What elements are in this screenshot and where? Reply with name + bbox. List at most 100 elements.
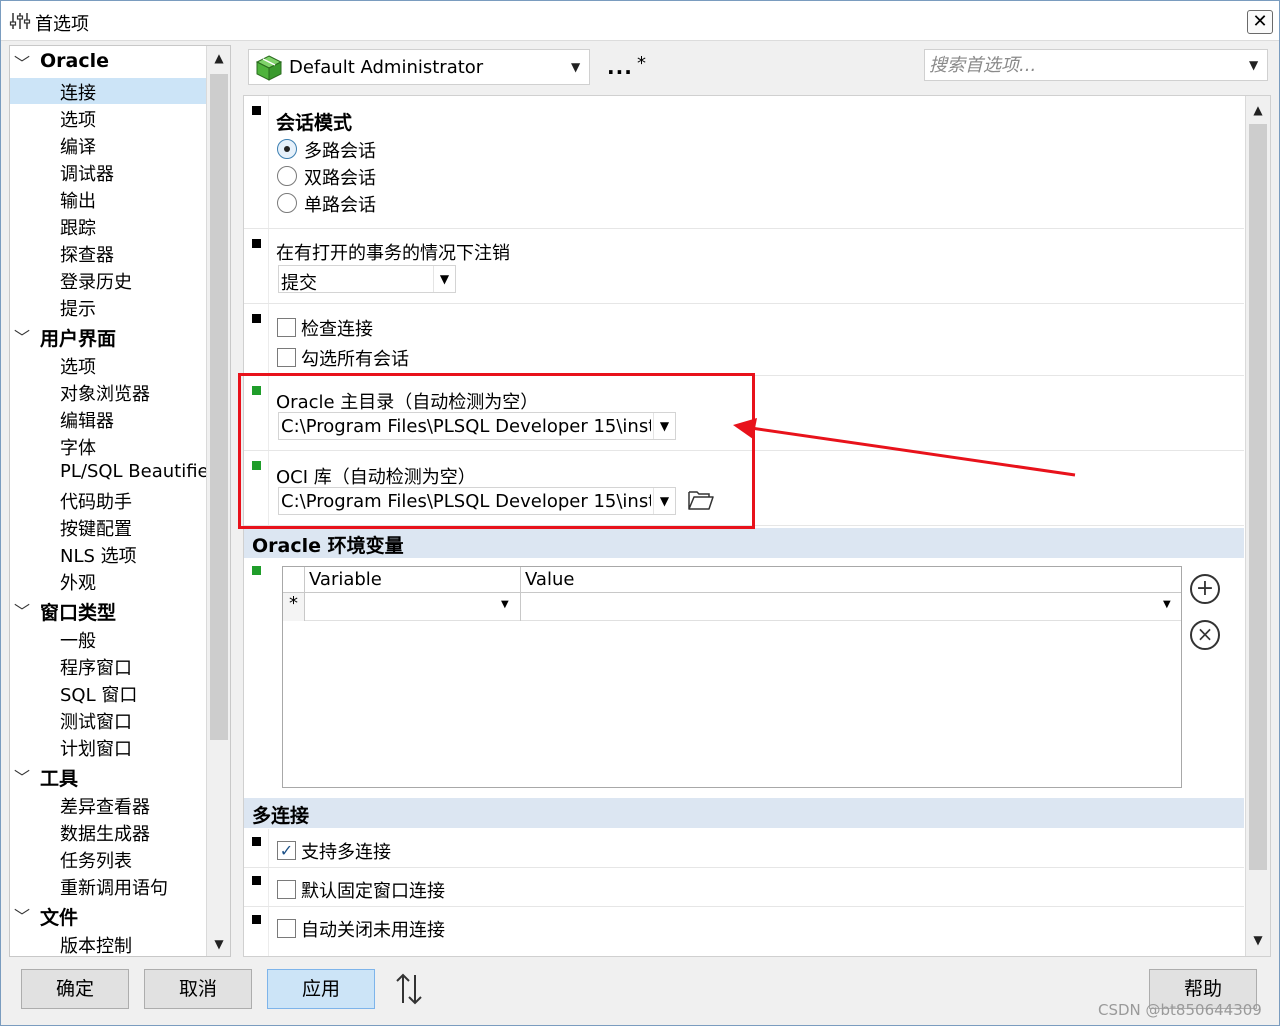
tree-item[interactable]: 按键配置 bbox=[10, 514, 206, 540]
tree-item[interactable]: 外观 bbox=[10, 568, 206, 594]
chevron-down-icon[interactable]: ▼ bbox=[571, 60, 580, 74]
auto-close-checkbox[interactable] bbox=[277, 919, 296, 938]
tree-item[interactable]: 探查器 bbox=[10, 240, 206, 266]
scroll-down-icon[interactable]: ▼ bbox=[1246, 928, 1270, 952]
grid-corner bbox=[283, 567, 305, 593]
sort-arrows-icon[interactable] bbox=[393, 971, 425, 1007]
logoff-select[interactable]: 提交 ▼ bbox=[278, 265, 456, 294]
tree-item[interactable]: 版本控制 bbox=[10, 931, 206, 957]
gutter-line bbox=[268, 304, 269, 375]
tree-group[interactable]: ﹀ 工具 bbox=[10, 763, 206, 790]
scroll-up-icon[interactable]: ▲ bbox=[1246, 98, 1270, 122]
chevron-down-icon[interactable]: ﹀ bbox=[14, 324, 30, 348]
column-header-variable[interactable]: Variable bbox=[305, 567, 521, 593]
tree-group-label: 文件 bbox=[40, 907, 79, 929]
tree-group-label: Oracle bbox=[40, 50, 110, 72]
tree-item[interactable]: PL/SQL Beautifier bbox=[10, 460, 216, 486]
chevron-down-icon[interactable]: ▼ bbox=[501, 599, 509, 610]
tree-item[interactable]: 跟踪 bbox=[10, 213, 206, 239]
support-multi-checkbox[interactable]: ✓ bbox=[277, 841, 296, 860]
tree-item[interactable]: 计划窗口 bbox=[10, 734, 206, 760]
radio-multi-session[interactable] bbox=[277, 139, 297, 159]
tree-item[interactable]: 程序窗口 bbox=[10, 653, 206, 679]
tree-item-label: 程序窗口 bbox=[60, 658, 132, 679]
tree-item[interactable]: 任务列表 bbox=[10, 846, 206, 872]
tree-scrollbar[interactable]: ▲ ▼ bbox=[206, 46, 230, 956]
default-fixed-checkbox[interactable] bbox=[277, 880, 296, 899]
tree-item[interactable]: 登录历史 bbox=[10, 267, 206, 293]
check-all-sessions-checkbox[interactable] bbox=[277, 348, 296, 367]
tree-item-label: 字体 bbox=[60, 438, 96, 459]
gutter-line bbox=[268, 868, 269, 906]
tree-group[interactable]: ﹀ Oracle bbox=[10, 49, 206, 75]
tree-item[interactable]: 连接 bbox=[10, 78, 206, 104]
tree-item[interactable]: NLS 选项 bbox=[10, 541, 206, 567]
tree-item[interactable]: 编译 bbox=[10, 132, 206, 158]
tree-item[interactable]: 输出 bbox=[10, 186, 206, 212]
tree-scroll-thumb[interactable] bbox=[210, 74, 228, 740]
settings-scroll-thumb[interactable] bbox=[1249, 124, 1267, 870]
value-cell[interactable]: ▼ bbox=[521, 593, 1181, 621]
tree-item[interactable]: 重新调用语句 bbox=[10, 873, 206, 899]
tree-item-label: 版本控制 bbox=[60, 936, 132, 957]
apply-button[interactable]: 应用 bbox=[267, 969, 375, 1009]
default-marker bbox=[252, 837, 261, 846]
close-button[interactable]: ✕ bbox=[1247, 10, 1273, 34]
search-input[interactable] bbox=[927, 52, 1237, 78]
chevron-down-icon[interactable]: ▼ bbox=[433, 266, 455, 292]
logoff-title: 在有打开的事务的情况下注销 bbox=[276, 243, 510, 264]
tree-item-label: 计划窗口 bbox=[60, 739, 132, 760]
env-header-text: Oracle 环境变量 bbox=[252, 535, 404, 557]
tree-group[interactable]: ﹀ 文件 bbox=[10, 902, 206, 929]
preferences-tree[interactable]: ﹀ Oracle 连接 选项 编译 调试器 输出 跟踪 探查器 登录历史 提示 ﹀ 用户界面 选项 对象浏览… bbox=[9, 45, 231, 957]
radio-single-session[interactable] bbox=[277, 193, 297, 213]
check-connection-label: 检查连接 bbox=[301, 319, 373, 340]
tree-group[interactable]: ﹀ 用户界面 bbox=[10, 323, 206, 350]
row-indicator: * bbox=[283, 593, 305, 621]
chevron-down-icon[interactable]: ▼ bbox=[1249, 58, 1258, 72]
column-header-value[interactable]: Value bbox=[521, 567, 1181, 593]
default-fixed-row: 默认固定窗口连接 bbox=[244, 868, 1244, 907]
chevron-down-icon[interactable]: ▼ bbox=[1163, 599, 1171, 610]
settings-scrollbar[interactable]: ▲ ▼ bbox=[1245, 96, 1270, 956]
check-connection-checkbox[interactable] bbox=[277, 318, 296, 337]
cancel-button[interactable]: 取消 bbox=[144, 969, 252, 1009]
search-box[interactable]: ▼ bbox=[924, 49, 1268, 81]
variable-cell[interactable]: ▼ bbox=[305, 593, 521, 621]
tree-item-label: 重新调用语句 bbox=[60, 878, 168, 899]
chevron-down-icon[interactable]: ﹀ bbox=[14, 50, 30, 74]
multi-header-text: 多连接 bbox=[252, 805, 310, 827]
tree-item-label: 数据生成器 bbox=[60, 824, 150, 845]
chevron-down-icon[interactable]: ﹀ bbox=[14, 903, 30, 927]
tree-item[interactable]: 差异查看器 bbox=[10, 792, 206, 818]
tree-item-label: 登录历史 bbox=[60, 272, 132, 293]
tree-item[interactable]: 数据生成器 bbox=[10, 819, 206, 845]
tree-item[interactable]: 字体 bbox=[10, 433, 206, 459]
tree-item[interactable]: 对象浏览器 bbox=[10, 379, 206, 405]
table-row[interactable]: * ▼ ▼ bbox=[283, 593, 1181, 621]
scroll-up-icon[interactable]: ▲ bbox=[207, 46, 230, 70]
tree-item[interactable]: 代码助手 bbox=[10, 487, 206, 513]
radio-label: 单路会话 bbox=[304, 195, 376, 216]
tree-item[interactable]: 编辑器 bbox=[10, 406, 206, 432]
more-button[interactable]: ... bbox=[607, 55, 633, 79]
check-section: 检查连接 勾选所有会话 bbox=[244, 304, 1244, 376]
scroll-down-icon[interactable]: ▼ bbox=[207, 932, 230, 956]
chevron-down-icon[interactable]: ﹀ bbox=[14, 598, 30, 622]
tree-item[interactable]: SQL 窗口 bbox=[10, 680, 206, 706]
tree-item[interactable]: 提示 bbox=[10, 294, 206, 320]
tree-item-label: 对象浏览器 bbox=[60, 384, 150, 405]
tree-item[interactable]: 测试窗口 bbox=[10, 707, 206, 733]
tree-item[interactable]: 一般 bbox=[10, 626, 206, 652]
chevron-down-icon[interactable]: ﹀ bbox=[14, 764, 30, 788]
tree-item[interactable]: 选项 bbox=[10, 352, 206, 378]
tree-item[interactable]: 调试器 bbox=[10, 159, 206, 185]
tree-item[interactable]: 选项 bbox=[10, 105, 206, 131]
tree-group[interactable]: ﹀ 窗口类型 bbox=[10, 597, 206, 624]
ok-button[interactable]: 确定 bbox=[21, 969, 129, 1009]
profile-select[interactable]: Default Administrator ▼ bbox=[248, 49, 590, 85]
radio-dual-session[interactable] bbox=[277, 166, 297, 186]
x-circle-icon[interactable]: × bbox=[1190, 620, 1220, 650]
env-variables-grid[interactable]: Variable Value * ▼ ▼ bbox=[282, 566, 1182, 788]
plus-circle-icon[interactable]: + bbox=[1190, 574, 1220, 604]
